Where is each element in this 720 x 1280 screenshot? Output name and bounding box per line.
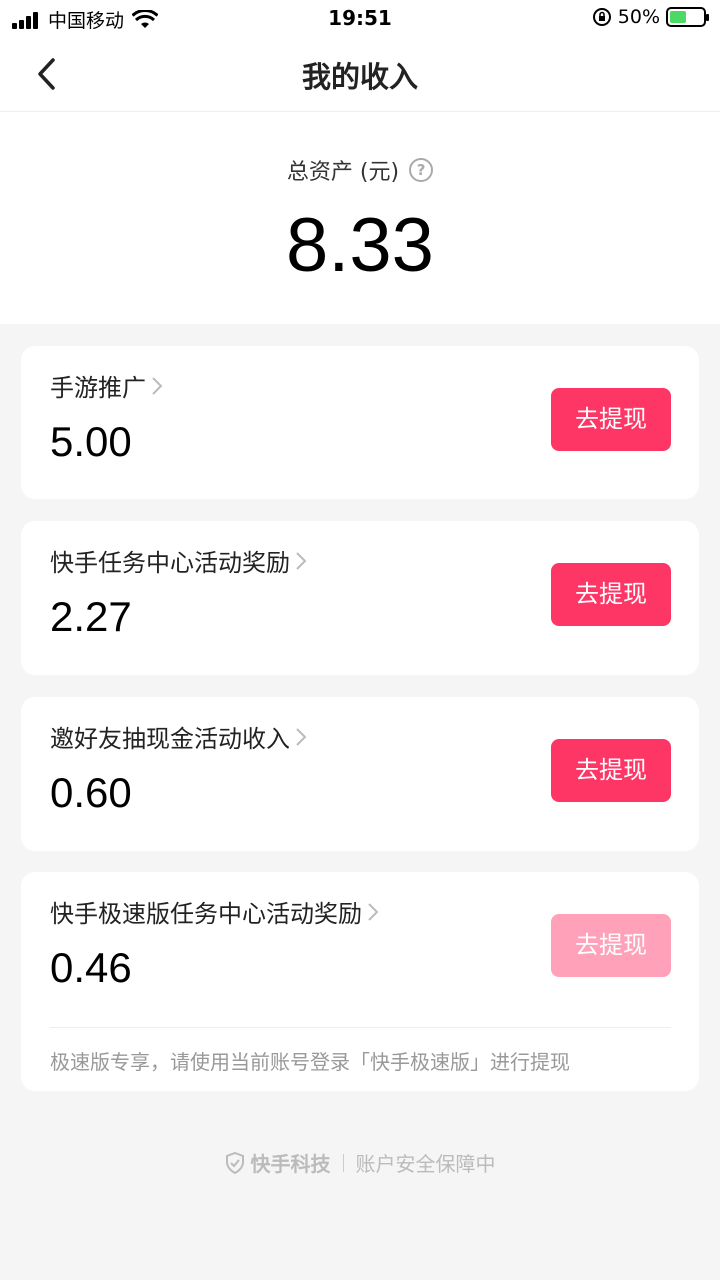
page-title: 我的收入 <box>301 60 418 94</box>
income-card-invite-friends: 邀好友抽现金活动收入 0.60 去提现 <box>21 697 699 851</box>
chevron-right-icon <box>368 902 379 921</box>
orientation-lock-icon <box>592 8 611 26</box>
total-assets-label: 总资产 (元) <box>286 160 400 185</box>
footer-brand: 快手科技 <box>250 1152 331 1176</box>
divider <box>50 1027 671 1028</box>
help-icon[interactable]: ? <box>409 158 434 182</box>
income-card-game-promotion: 手游推广 5.00 去提现 <box>21 346 699 499</box>
income-card-title-label: 快手极速版任务中心活动奖励 <box>50 900 362 928</box>
total-assets-amount: 8.33 <box>286 203 434 288</box>
status-right: 50% <box>592 6 709 28</box>
chevron-right-icon <box>296 551 307 570</box>
withdraw-button[interactable]: 去提现 <box>551 563 671 626</box>
income-card-lite-task-center: 快手极速版任务中心活动奖励 0.46 去提现 极速版专享，请使用当前账号登录「快… <box>21 872 699 1091</box>
nav-bar: 我的收入 <box>0 36 720 112</box>
footer-text: 账户安全保障中 <box>355 1152 496 1176</box>
lite-withdraw-note: 极速版专享，请使用当前账号登录「快手极速版」进行提现 <box>50 1050 570 1074</box>
income-card-amount: 0.46 <box>50 944 132 991</box>
chevron-right-icon <box>152 376 163 395</box>
shield-check-icon <box>225 1151 244 1174</box>
total-assets-panel: 总资产 (元) ? 8.33 <box>0 112 720 324</box>
income-card-amount: 0.60 <box>50 769 132 816</box>
income-card-title-label: 邀好友抽现金活动收入 <box>50 725 290 753</box>
withdraw-button[interactable]: 去提现 <box>551 388 671 451</box>
chevron-right-icon <box>296 727 307 746</box>
battery-icon <box>666 7 709 27</box>
battery-fill <box>670 11 686 23</box>
income-card-title[interactable]: 快手极速版任务中心活动奖励 <box>50 894 380 929</box>
income-card-title-label: 手游推广 <box>50 374 146 402</box>
income-card-title-label: 快手任务中心活动奖励 <box>50 549 290 577</box>
withdraw-button-disabled[interactable]: 去提现 <box>551 914 671 977</box>
withdraw-button[interactable]: 去提现 <box>551 739 671 802</box>
total-assets-label-row: 总资产 (元) ? <box>0 154 720 186</box>
income-card-task-center: 快手任务中心活动奖励 2.27 去提现 <box>21 521 699 675</box>
income-card-title[interactable]: 快手任务中心活动奖励 <box>50 543 308 578</box>
income-card-amount: 2.27 <box>50 593 132 640</box>
security-footer: 快手科技 账户安全保障中 <box>0 1148 720 1177</box>
income-card-title[interactable]: 手游推广 <box>50 368 164 403</box>
income-card-amount: 5.00 <box>50 418 132 465</box>
status-bar: 中国移动 19:51 50% <box>0 0 720 36</box>
footer-separator <box>342 1153 344 1172</box>
income-card-title[interactable]: 邀好友抽现金活动收入 <box>50 719 308 754</box>
battery-percent: 50% <box>617 6 660 28</box>
